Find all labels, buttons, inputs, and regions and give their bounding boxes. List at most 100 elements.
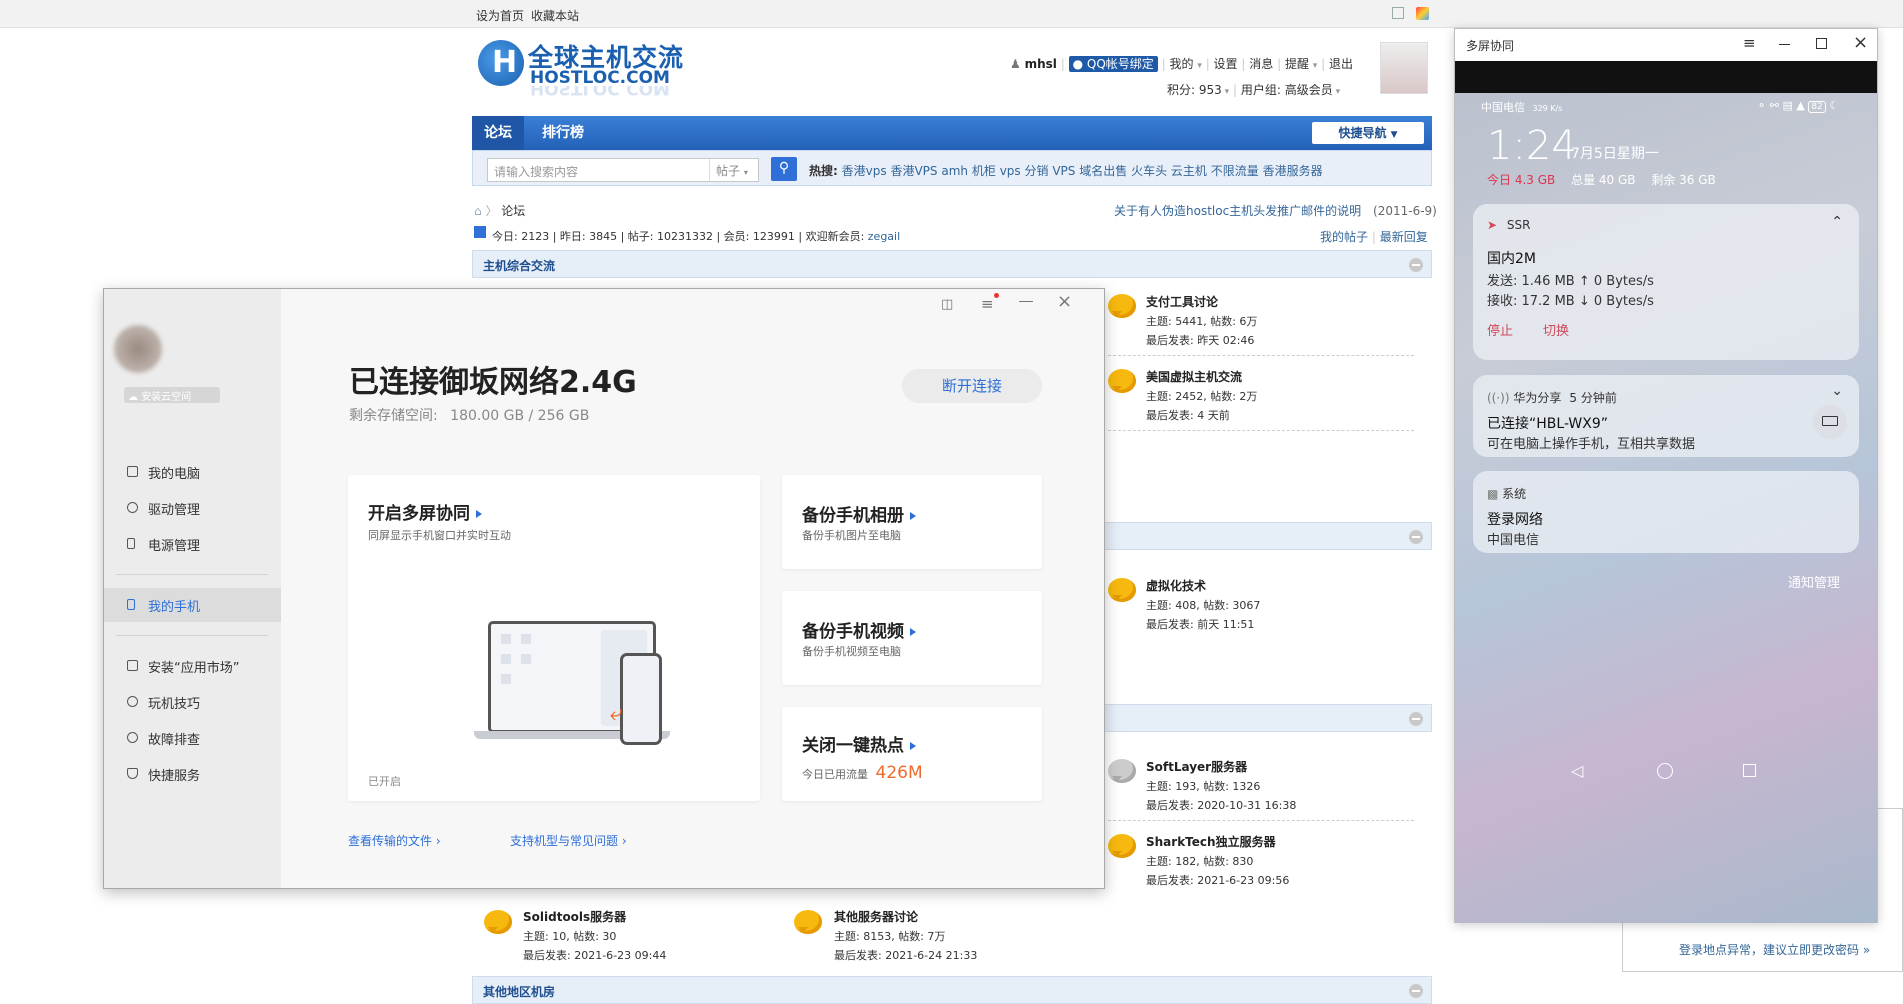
divider: [1108, 355, 1414, 356]
hot-search-item[interactable]: 香港服务器: [1263, 164, 1323, 178]
account-avatar[interactable]: [114, 325, 162, 373]
forum-entry[interactable]: 虚拟化技术 主题: 408, 帖数: 3067 最后发表: 前天 11:51: [1146, 577, 1260, 632]
latest-reply-link[interactable]: 最新回复: [1380, 230, 1428, 244]
notification-manage-button[interactable]: 通知管理: [1788, 572, 1840, 591]
tab-forum[interactable]: 论坛: [472, 116, 524, 150]
search-button[interactable]: ⚲: [771, 157, 797, 181]
forum-entry[interactable]: SharkTech独立服务器 主题: 182, 帖数: 830 最后发表: 20…: [1146, 833, 1289, 888]
shirt-skin-icon[interactable]: ◫: [941, 297, 953, 312]
newest-member-link[interactable]: zegail: [868, 230, 900, 243]
login-warning-link[interactable]: 登录地点异常，建议立即更改密码 »: [1679, 941, 1870, 958]
my-posts-link[interactable]: 我的帖子: [1320, 230, 1368, 244]
section-host-general[interactable]: 主机综合交流: [472, 250, 1432, 278]
recents-nav-icon[interactable]: [1743, 764, 1756, 777]
collapse-icon[interactable]: [1409, 530, 1423, 544]
ssr-stop-button[interactable]: 停止: [1487, 320, 1513, 339]
sidebar-item-my-computer[interactable]: 我的电脑: [104, 455, 281, 489]
expand-chevron-icon[interactable]: ⌄: [1831, 383, 1843, 399]
hot-search-item[interactable]: 机柜: [972, 164, 996, 178]
hot-search-item[interactable]: 分销: [1025, 164, 1049, 178]
phone-screen[interactable]: 中国电信 329 K/s ⚬ ⚯ ▤ ▲ 82 ☾ 1:24 7月5日星期一 今…: [1455, 61, 1877, 923]
settings-link[interactable]: 设置: [1214, 57, 1238, 71]
vibrate-icon: ▤: [1782, 99, 1793, 112]
laptop-icon[interactable]: [1813, 405, 1847, 439]
search-type-select[interactable]: 帖子 ▾: [709, 159, 759, 181]
ssr-switch-button[interactable]: 切换: [1543, 320, 1569, 339]
forum-entry[interactable]: 美国虚拟主机交流 主题: 2452, 帖数: 2万 最后发表: 4 天前: [1146, 368, 1257, 423]
hot-search-item[interactable]: 香港VPS: [890, 164, 937, 178]
my-menu-link[interactable]: 我的: [1169, 57, 1193, 71]
collapse-chevron-icon[interactable]: ⌃: [1831, 214, 1843, 230]
post-links: 我的帖子 | 最新回复: [1320, 230, 1428, 244]
collapse-icon[interactable]: [1409, 258, 1423, 272]
bookmark-site-link[interactable]: 收藏本站: [531, 7, 579, 24]
home-icon[interactable]: ⌂: [474, 204, 482, 218]
remaining-data: 剩余 36 GB: [1651, 173, 1716, 187]
logout-link[interactable]: 退出: [1329, 57, 1353, 71]
back-nav-icon[interactable]: ◁: [1571, 761, 1583, 780]
view-transferred-files-link[interactable]: 查看传输的文件 ›: [348, 832, 441, 849]
minimize-icon[interactable]: [1019, 301, 1033, 302]
section-other-regions[interactable]: 其他地区机房: [472, 976, 1432, 1004]
cloud-icon: ☁: [128, 392, 142, 403]
menu-icon[interactable]: ≡: [1743, 34, 1756, 52]
messages-link[interactable]: 消息: [1249, 57, 1273, 71]
bluetooth-icon: ⚯: [1769, 99, 1779, 112]
breadcrumb-forum[interactable]: 论坛: [501, 204, 525, 218]
hot-search-item[interactable]: 火车头: [1131, 164, 1167, 178]
sidebar-item-power[interactable]: 电源管理: [104, 527, 281, 561]
sidebar-item-app-market[interactable]: 安装“应用市场”: [104, 649, 281, 683]
hot-search-item[interactable]: 香港vps: [842, 164, 887, 178]
set-homepage-link[interactable]: 设为首页: [476, 7, 524, 24]
maximize-icon[interactable]: [1816, 38, 1827, 49]
sidebar-item-troubleshoot[interactable]: 故障排查: [104, 721, 281, 755]
fullscreen-icon[interactable]: [1392, 7, 1404, 19]
close-icon[interactable]: ×: [1057, 291, 1072, 312]
backup-videos-card[interactable]: 备份手机视频 备份手机视频至电脑: [782, 591, 1042, 685]
sidebar-item-drivers[interactable]: 驱动管理: [104, 491, 281, 525]
backup-photos-card[interactable]: 备份手机相册 备份手机图片至电脑: [782, 475, 1042, 569]
collapse-icon[interactable]: [1409, 712, 1423, 726]
sidebar-item-tips[interactable]: 玩机技巧: [104, 685, 281, 719]
support-faq-link[interactable]: 支持机型与常见问题 ›: [510, 832, 627, 849]
ssr-server: 国内2M: [1487, 251, 1536, 267]
user-group-link[interactable]: 用户组: 高级会员: [1241, 83, 1333, 97]
announcement-link[interactable]: 关于有人伪造hostloc主机头发推广邮件的说明: [1114, 204, 1361, 218]
computer-icon: [127, 466, 138, 477]
quick-nav-button[interactable]: 快捷导航 ▼: [1312, 122, 1424, 144]
clock-date: 7月5日星期一: [1571, 146, 1659, 162]
minimize-icon[interactable]: [1779, 44, 1790, 45]
hot-search-item[interactable]: VPS: [1052, 164, 1075, 178]
disconnect-button[interactable]: 断开连接: [902, 369, 1042, 403]
color-theme-icon[interactable]: [1416, 7, 1429, 20]
hot-search-item[interactable]: vps: [1000, 164, 1021, 178]
browser-topbar: 设为首页 收藏本站: [0, 0, 1903, 28]
cloud-space-button[interactable]: ☁ 安装云空间: [124, 387, 220, 403]
sidebar-item-my-phone[interactable]: 我的手机: [104, 588, 281, 622]
forum-entry[interactable]: 支付工具讨论 主题: 5441, 帖数: 6万 最后发表: 昨天 02:46: [1146, 293, 1257, 348]
hot-search-item[interactable]: 域名出售: [1079, 164, 1127, 178]
hotspot-card[interactable]: 关闭一键热点 今日已用流量 426M: [782, 707, 1042, 801]
remind-link[interactable]: 提醒: [1285, 57, 1309, 71]
forum-entry[interactable]: 其他服务器讨论 主题: 8153, 帖数: 7万 最后发表: 2021-6-24…: [834, 908, 977, 963]
huawei-share-notification[interactable]: ((·)) 华为分享 5 分钟前 ⌄ 已连接“HBL-WX9” 可在电脑上操作手机…: [1473, 375, 1859, 457]
forum-entry[interactable]: Solidtools服务器 主题: 10, 帖数: 30 最后发表: 2021-…: [523, 908, 666, 963]
avatar[interactable]: [1380, 42, 1428, 94]
home-nav-icon[interactable]: [1657, 763, 1673, 779]
points-link[interactable]: 积分: 953: [1167, 83, 1222, 97]
username-link[interactable]: mhsl: [1025, 57, 1057, 71]
tab-ranking[interactable]: 排行榜: [530, 116, 596, 150]
menu-icon[interactable]: ≡: [981, 295, 994, 313]
hot-search-item[interactable]: 不限流量: [1211, 164, 1259, 178]
ssr-notification[interactable]: ➤ SSR ⌃ 国内2M 发送: 1.46 MB ↑ 0 Bytes/s 接收:…: [1473, 204, 1859, 360]
forum-entry[interactable]: SoftLayer服务器 主题: 193, 帖数: 1326 最后发表: 202…: [1146, 758, 1296, 813]
hot-search-item[interactable]: 云主机: [1171, 164, 1207, 178]
sidebar-item-quick-service[interactable]: 快捷服务: [104, 757, 281, 791]
phone-window-title: 多屏协同: [1466, 39, 1515, 53]
qq-bind-button[interactable]: ● QQ帐号绑定: [1068, 56, 1158, 72]
collapse-icon[interactable]: [1409, 984, 1423, 998]
hot-search-item[interactable]: amh: [941, 164, 968, 178]
system-notification[interactable]: ▩ 系统 登录网络 中国电信: [1473, 471, 1859, 553]
close-icon[interactable]: ×: [1853, 32, 1868, 53]
multiscreen-card[interactable]: 开启多屏协同 同屏显示手机窗口并实时互动 ⤶ 已开启: [348, 475, 760, 801]
